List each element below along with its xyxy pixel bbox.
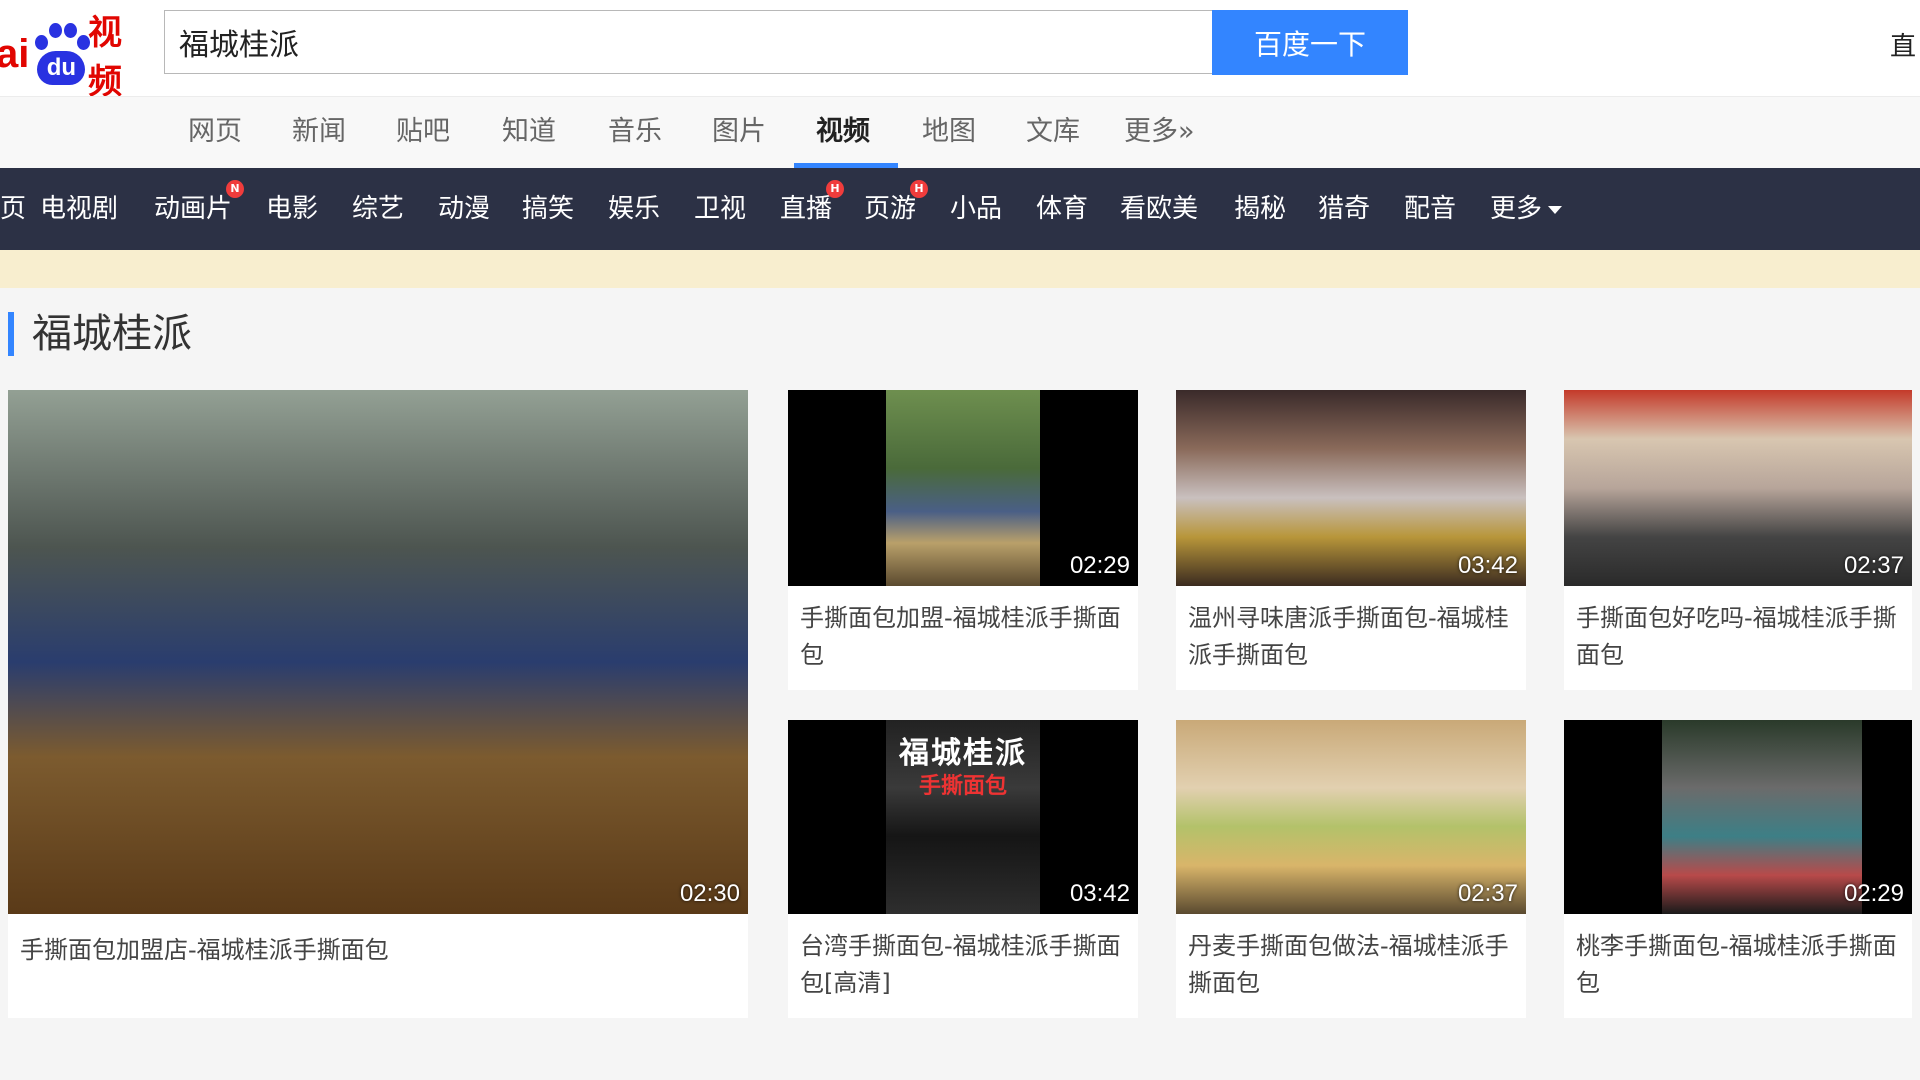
- thumbnail-image: [1662, 720, 1862, 914]
- channel-item-more[interactable]: 更多: [1490, 168, 1563, 250]
- nav-item-images[interactable]: 图片: [712, 97, 766, 169]
- video-thumbnail[interactable]: 福城桂派 手撕面包 03:42: [788, 720, 1138, 914]
- channel-bar: 页 电视剧 动画片 N 电影 综艺 动漫 搞笑 娱乐 卫视 直播 H 页游 H 小品 …: [0, 168, 1920, 250]
- thumbnail-image: [8, 390, 748, 914]
- video-card[interactable]: 02:37 手撕面包好吃吗-福城桂派手撕面包: [1564, 390, 1912, 690]
- nav-item-map[interactable]: 地图: [922, 97, 976, 169]
- video-title[interactable]: 手撕面包加盟店-福城桂派手撕面包: [20, 932, 736, 969]
- search-button[interactable]: 百度一下: [1212, 10, 1408, 75]
- channel-item-curiosity[interactable]: 猎奇: [1318, 168, 1370, 250]
- video-duration: 02:29: [1069, 552, 1130, 579]
- video-title[interactable]: 温州寻味唐派手撕面包-福城桂派手撕面包: [1188, 600, 1518, 674]
- video-duration: 02:37: [1457, 880, 1518, 907]
- new-badge: N: [226, 180, 245, 198]
- search-box[interactable]: [164, 10, 1212, 74]
- channel-item-web-games[interactable]: 页游 H: [864, 168, 929, 250]
- channel-label: 卫视: [694, 194, 747, 224]
- channel-label: 猎奇: [1318, 194, 1371, 224]
- channel-item-animation[interactable]: 动画片 N: [154, 168, 245, 250]
- channel-label: 配音: [1404, 194, 1457, 224]
- video-card[interactable]: 福城桂派 手撕面包 03:42 台湾手撕面包-福城桂派手撕面包[高清]: [788, 720, 1138, 1018]
- channel-label: 综艺: [352, 194, 405, 224]
- paw-icon: du: [31, 23, 91, 85]
- video-title[interactable]: 手撕面包加盟-福城桂派手撕面包: [800, 600, 1130, 674]
- channel-item-western[interactable]: 看欧美: [1120, 168, 1198, 250]
- channel-item-variety[interactable]: 综艺: [352, 168, 404, 250]
- channel-label: 动画片: [154, 194, 233, 224]
- channel-item-sports[interactable]: 体育: [1036, 168, 1088, 250]
- nav-item-more[interactable]: 更多»: [1124, 97, 1195, 169]
- channel-item-dubbing[interactable]: 配音: [1404, 168, 1456, 250]
- thumbnail-overlay-subtext: 手撕面包: [918, 774, 1007, 799]
- notice-strip: [0, 250, 1920, 288]
- channel-label: 电影: [266, 194, 319, 224]
- video-title[interactable]: 手撕面包好吃吗-福城桂派手撕面包: [1576, 600, 1904, 674]
- video-card[interactable]: 02:29 桃李手撕面包-福城桂派手撕面包: [1564, 720, 1912, 1018]
- logo-product: 视频: [88, 13, 123, 102]
- category-nav: 网页 新闻 贴吧 知道 音乐 图片 视频 地图 文库 更多»: [0, 96, 1920, 169]
- channel-item-funny[interactable]: 搞笑: [522, 168, 574, 250]
- nav-item-news[interactable]: 新闻: [292, 97, 346, 169]
- channel-item-tv[interactable]: 电视剧: [40, 168, 118, 250]
- channel-item-comic[interactable]: 动漫: [438, 168, 490, 250]
- video-thumbnail[interactable]: 02:29: [1564, 720, 1912, 914]
- channel-item-reveal[interactable]: 揭秘: [1234, 168, 1286, 250]
- channel-label: 娱乐: [608, 194, 661, 224]
- video-duration: 02:30: [679, 880, 740, 907]
- channel-label: 电视剧: [40, 194, 119, 224]
- video-thumbnail[interactable]: 02:37: [1564, 390, 1912, 586]
- nav-item-web[interactable]: 网页: [188, 97, 242, 169]
- video-thumbnail[interactable]: 02:37: [1176, 720, 1526, 914]
- channel-item-movie[interactable]: 电影: [266, 168, 318, 250]
- logo-paw-text: du: [37, 51, 86, 85]
- video-card[interactable]: 02:29 手撕面包加盟-福城桂派手撕面包: [788, 390, 1138, 690]
- video-duration: 03:42: [1457, 552, 1518, 579]
- video-title[interactable]: 台湾手撕面包-福城桂派手撕面包[高清]: [800, 928, 1130, 1002]
- search-input[interactable]: [165, 23, 1181, 61]
- channel-item-live[interactable]: 直播 H: [780, 168, 845, 250]
- video-thumbnail[interactable]: 02:29: [788, 390, 1138, 586]
- nav-item-video[interactable]: 视频: [816, 97, 870, 169]
- video-title[interactable]: 桃李手撕面包-福城桂派手撕面包: [1576, 928, 1904, 1002]
- channel-label: 搞笑: [522, 194, 575, 224]
- video-thumbnail[interactable]: 02:30: [8, 390, 748, 914]
- channel-label: 体育: [1036, 194, 1089, 224]
- thumbnail-overlay-text: 福城桂派: [899, 736, 1027, 771]
- video-title[interactable]: 丹麦手撕面包做法-福城桂派手撕面包: [1188, 928, 1518, 1002]
- thumbnail-image: 福城桂派 手撕面包: [886, 720, 1040, 914]
- nav-item-zhidao[interactable]: 知道: [502, 97, 556, 169]
- channel-label: 看欧美: [1120, 194, 1199, 224]
- nav-item-music[interactable]: 音乐: [608, 97, 662, 169]
- channel-label: 揭秘: [1234, 194, 1287, 224]
- channel-label: 更多: [1490, 194, 1543, 224]
- nav-item-wenku[interactable]: 文库: [1026, 97, 1080, 169]
- nav-item-tieba[interactable]: 贴吧: [396, 97, 450, 169]
- channel-label: 小品: [950, 194, 1003, 224]
- top-right-link[interactable]: 直: [1890, 26, 1920, 63]
- video-duration: 03:42: [1069, 880, 1130, 907]
- video-duration: 02:37: [1843, 552, 1904, 579]
- hot-badge: H: [910, 180, 929, 198]
- caret-down-icon: [1548, 205, 1563, 214]
- hot-badge: H: [826, 180, 845, 198]
- video-card[interactable]: 03:42 温州寻味唐派手撕面包-福城桂派手撕面包: [1176, 390, 1526, 690]
- video-thumbnail[interactable]: 03:42: [1176, 390, 1526, 586]
- logo-prefix: ai: [0, 31, 30, 76]
- video-card[interactable]: 02:37 丹麦手撕面包做法-福城桂派手撕面包: [1176, 720, 1526, 1018]
- header: ai du 视频 百度一下 直: [0, 0, 1920, 102]
- channel-item-sketch[interactable]: 小品: [950, 168, 1002, 250]
- thumbnail-image: [886, 390, 1040, 586]
- channel-item-home-fragment[interactable]: 页: [0, 168, 26, 250]
- section-title: 福城桂派: [8, 312, 192, 356]
- channel-label: 动漫: [438, 194, 491, 224]
- video-card-featured[interactable]: 02:30 手撕面包加盟店-福城桂派手撕面包: [8, 390, 748, 1018]
- baidu-video-logo[interactable]: ai du 视频: [0, 13, 150, 102]
- channel-item-satellite-tv[interactable]: 卫视: [694, 168, 746, 250]
- video-duration: 02:29: [1843, 880, 1904, 907]
- channel-label: 直播: [780, 194, 833, 224]
- channel-item-entertainment[interactable]: 娱乐: [608, 168, 660, 250]
- channel-label: 页游: [864, 194, 917, 224]
